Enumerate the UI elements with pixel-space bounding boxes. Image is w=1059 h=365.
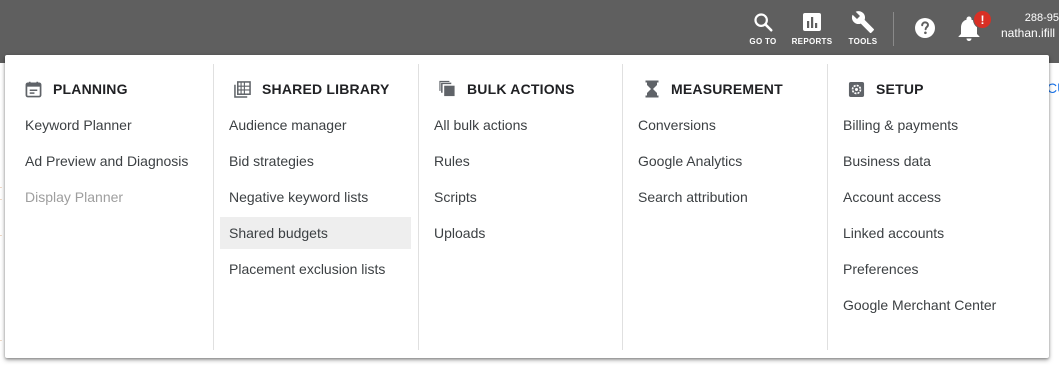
menu-item-rules[interactable]: Rules <box>425 145 615 177</box>
planning-column: PLANNING Keyword Planner Ad Preview and … <box>5 55 214 358</box>
shared-library-heading: SHARED LIBRARY <box>214 78 419 100</box>
setup-heading: SETUP <box>828 78 1049 100</box>
menu-item-account-access[interactable]: Account access <box>834 181 1041 213</box>
menu-item-uploads[interactable]: Uploads <box>425 217 615 249</box>
shared-library-items: Audience manager Bid strategies Negative… <box>214 109 419 285</box>
setup-title: SETUP <box>876 81 924 97</box>
account-id: 288-95 <box>1024 12 1059 24</box>
background-mark: . <box>0 231 2 238</box>
copy-stack-icon <box>439 80 456 98</box>
notification-badge: ! <box>973 10 992 29</box>
menu-item-negative-keyword-lists[interactable]: Negative keyword lists <box>220 181 411 213</box>
menu-item-linked-accounts[interactable]: Linked accounts <box>834 217 1041 249</box>
tools-button[interactable]: TOOLS <box>838 10 888 50</box>
menu-item-shared-budgets[interactable]: Shared budgets <box>220 217 411 249</box>
go-to-button[interactable]: GO TO <box>738 10 788 50</box>
background-mark: . <box>0 195 2 202</box>
account-switcher[interactable]: 288-95 nathan.ifill <box>1001 12 1059 40</box>
hourglass-icon <box>643 80 660 98</box>
tools-menu: PLANNING Keyword Planner Ad Preview and … <box>5 55 1049 358</box>
notifications-button[interactable]: ! <box>957 10 992 42</box>
background-mark: . <box>0 183 2 190</box>
account-email: nathan.ifill <box>1001 26 1056 40</box>
measurement-title: MEASUREMENT <box>671 81 783 97</box>
planning-heading: PLANNING <box>5 78 214 100</box>
menu-item-business-data[interactable]: Business data <box>834 145 1041 177</box>
calendar-icon <box>25 81 42 98</box>
search-icon <box>752 10 774 34</box>
menu-item-all-bulk-actions[interactable]: All bulk actions <box>425 109 615 141</box>
shared-library-column: SHARED LIBRARY Audience manager Bid stra… <box>214 55 419 358</box>
bell-icon <box>957 16 981 46</box>
menu-item-placement-exclusion-lists[interactable]: Placement exclusion lists <box>220 253 411 285</box>
shared-library-title: SHARED LIBRARY <box>262 81 390 97</box>
reports-button[interactable]: REPORTS <box>787 10 837 50</box>
bulk-actions-heading: BULK ACTIONS <box>419 78 623 100</box>
measurement-items: Conversions Google Analytics Search attr… <box>623 109 828 213</box>
menu-item-audience-manager[interactable]: Audience manager <box>220 109 411 141</box>
planning-items: Keyword Planner Ad Preview and Diagnosis… <box>5 109 214 213</box>
bulk-actions-column: BULK ACTIONS All bulk actions Rules Scri… <box>419 55 623 358</box>
menu-item-billing-and-payments[interactable]: Billing & payments <box>834 109 1041 141</box>
topbar-divider <box>893 12 894 46</box>
planning-title: PLANNING <box>53 81 128 97</box>
bulk-actions-items: All bulk actions Rules Scripts Uploads <box>419 109 623 249</box>
top-app-bar: GO TO REPORTS TOOLS ! 288-95 nathan.ifil… <box>0 0 1059 63</box>
help-icon[interactable] <box>913 16 937 40</box>
menu-item-display-planner: Display Planner <box>25 189 124 205</box>
go-to-label: GO TO <box>749 37 777 46</box>
menu-item-preferences[interactable]: Preferences <box>834 253 1041 285</box>
bar-chart-icon <box>802 10 822 34</box>
menu-item-google-analytics[interactable]: Google Analytics <box>629 145 820 177</box>
measurement-column: MEASUREMENT Conversions Google Analytics… <box>623 55 828 358</box>
wrench-icon <box>851 10 875 34</box>
bulk-actions-title: BULK ACTIONS <box>467 81 575 97</box>
background-mark: . <box>0 336 2 343</box>
menu-item-bid-strategies[interactable]: Bid strategies <box>220 145 411 177</box>
tools-label: TOOLS <box>848 37 878 46</box>
setup-items: Billing & payments Business data Account… <box>828 109 1049 321</box>
menu-item-keyword-planner[interactable]: Keyword Planner <box>5 109 206 141</box>
settings-gear-icon <box>848 81 865 98</box>
menu-item-google-merchant-center[interactable]: Google Merchant Center <box>834 289 1041 321</box>
setup-column: SETUP Billing & payments Business data A… <box>828 55 1049 358</box>
menu-item-conversions[interactable]: Conversions <box>629 109 820 141</box>
menu-item-search-attribution[interactable]: Search attribution <box>629 181 820 213</box>
measurement-heading: MEASUREMENT <box>623 78 828 100</box>
menu-item-scripts[interactable]: Scripts <box>425 181 615 213</box>
menu-item-ad-preview-and-diagnosis[interactable]: Ad Preview and Diagnosis <box>5 145 206 177</box>
library-grid-icon <box>234 80 251 98</box>
reports-label: REPORTS <box>791 37 833 46</box>
